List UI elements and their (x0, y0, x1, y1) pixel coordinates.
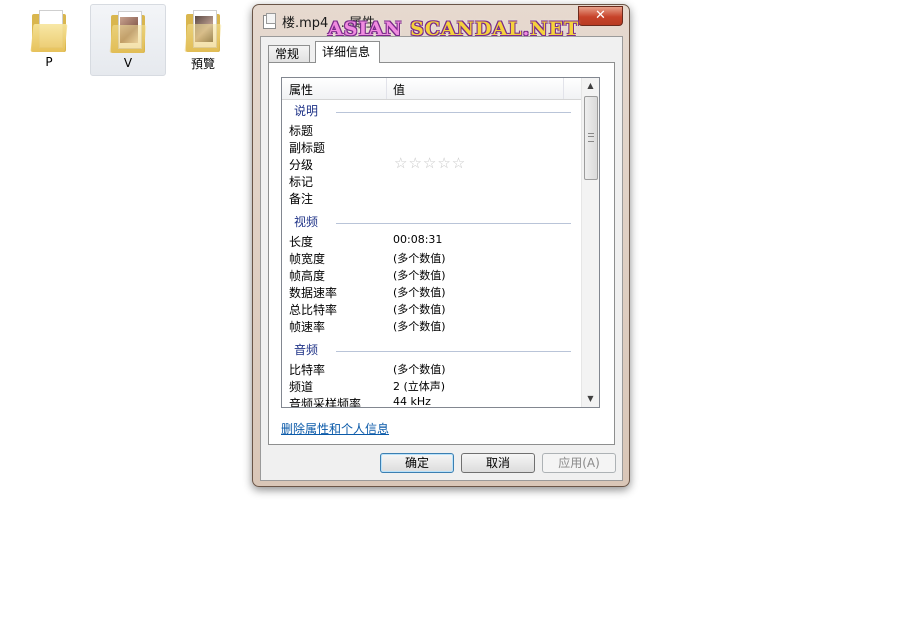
desktop-icon-label: V (123, 56, 133, 70)
details-panel: 属性 值 说明 标题 副标题 分级 ☆☆☆☆☆ 标记 备注 视频 长度 00:0… (268, 62, 615, 445)
column-header-property[interactable]: 属性 (289, 81, 313, 98)
watermark-logo: ASIAN SCANDAL.NET (328, 18, 580, 40)
property-name: 长度 (289, 235, 314, 249)
group-divider (336, 351, 571, 352)
property-value: (多个数值) (393, 303, 446, 316)
property-name: 帧速率 (289, 320, 326, 334)
property-value: (多个数值) (393, 286, 446, 299)
group-divider (336, 223, 571, 224)
property-name: 音频采样频率 (289, 397, 362, 407)
scroll-up-arrow-icon[interactable]: ▲ (582, 78, 599, 94)
property-value: 44 kHz (393, 395, 431, 407)
close-button[interactable]: ✕ (578, 6, 623, 26)
column-header-value[interactable]: 值 (393, 81, 405, 98)
property-name: 备注 (289, 192, 314, 206)
remove-properties-link[interactable]: 删除属性和个人信息 (281, 420, 389, 437)
property-name: 比特率 (289, 363, 326, 377)
property-name: 总比特率 (289, 303, 338, 317)
dialog-body: 常规 详细信息 属性 值 说明 标题 副标题 分级 ☆☆☆☆☆ 标记 备注 视频… (260, 36, 623, 481)
file-icon (263, 13, 276, 29)
property-name: 频道 (289, 380, 314, 394)
list-item[interactable]: 备注 (289, 190, 579, 207)
group-header-video: 视频 (294, 213, 581, 229)
apply-button[interactable]: 应用(A) (542, 453, 616, 473)
property-value: 2 (立体声) (393, 380, 446, 393)
group-divider (336, 112, 571, 113)
ok-button[interactable]: 确定 (380, 453, 454, 473)
property-name: 分级 (289, 158, 314, 172)
desktop-folder-preview[interactable]: 預覽 (166, 4, 240, 74)
tab-general[interactable]: 常规 (268, 45, 310, 63)
vertical-scrollbar[interactable]: ▲ ▼ (581, 78, 599, 407)
desktop-folder-p[interactable]: P (12, 4, 86, 74)
folder-icon (109, 11, 147, 53)
group-label: 视频 (294, 215, 319, 229)
scrollbar-thumb[interactable] (584, 96, 598, 180)
property-value: 00:08:31 (393, 233, 443, 246)
property-name: 帧高度 (289, 269, 326, 283)
list-header: 属性 值 (282, 78, 581, 100)
tab-details[interactable]: 详细信息 (315, 41, 380, 63)
list-item[interactable]: 分级 ☆☆☆☆☆ (289, 154, 579, 173)
desktop-icon-label: P (45, 55, 53, 69)
list-item[interactable]: 帧速率 (多个数值) (289, 318, 579, 335)
list-item[interactable]: 数据速率 (多个数值) (289, 284, 579, 301)
list-item[interactable]: 总比特率 (多个数值) (289, 301, 579, 318)
column-divider[interactable] (563, 78, 564, 99)
list-item[interactable]: 音频采样频率 44 kHz (289, 395, 579, 407)
group-label: 说明 (294, 104, 319, 118)
column-divider[interactable] (386, 78, 387, 99)
folder-icon (30, 10, 68, 52)
property-name: 帧宽度 (289, 252, 326, 266)
folder-icon (184, 10, 222, 52)
list-body: 说明 标题 副标题 分级 ☆☆☆☆☆ 标记 备注 视频 长度 00:08:31 … (282, 100, 581, 407)
star-rating-icon[interactable]: ☆☆☆☆☆ (394, 154, 466, 172)
list-item[interactable]: 比特率 (多个数值) (289, 361, 579, 378)
property-list[interactable]: 属性 值 说明 标题 副标题 分级 ☆☆☆☆☆ 标记 备注 视频 长度 00:0… (281, 77, 600, 408)
property-name: 标记 (289, 175, 314, 189)
group-header-audio: 音频 (294, 341, 581, 357)
property-name: 副标题 (289, 141, 326, 155)
property-value: (多个数值) (393, 252, 446, 265)
list-item[interactable]: 标记 (289, 173, 579, 190)
property-value: (多个数值) (393, 320, 446, 333)
property-name: 数据速率 (289, 286, 338, 300)
list-item[interactable]: 帧高度 (多个数值) (289, 267, 579, 284)
property-value: (多个数值) (393, 363, 446, 376)
list-item[interactable]: 标题 (289, 122, 579, 139)
group-header-description: 说明 (294, 102, 581, 118)
desktop-icon-label: 預覽 (190, 57, 215, 71)
property-value: (多个数值) (393, 269, 446, 282)
group-label: 音频 (294, 343, 319, 357)
scroll-down-arrow-icon[interactable]: ▼ (582, 391, 599, 407)
list-item[interactable]: 长度 00:08:31 (289, 233, 579, 250)
grip-icon (588, 133, 594, 142)
list-item[interactable]: 帧宽度 (多个数值) (289, 250, 579, 267)
cancel-button[interactable]: 取消 (461, 453, 535, 473)
properties-dialog: 楼.mp4 ... 属性 ✕ 常规 详细信息 属性 值 说明 标题 副标题 分级… (252, 4, 630, 487)
property-name: 标题 (289, 124, 314, 138)
list-item[interactable]: 频道 2 (立体声) (289, 378, 579, 395)
desktop-folder-v[interactable]: V (90, 4, 166, 76)
